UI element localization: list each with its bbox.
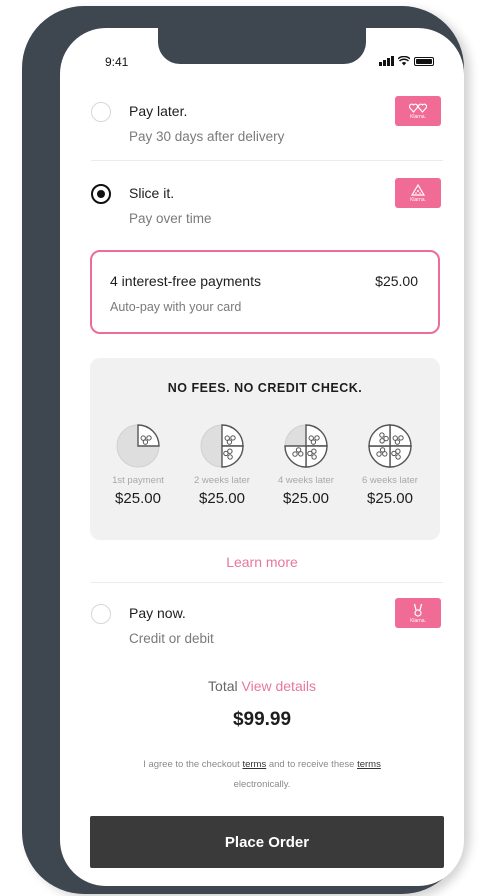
signal-icon: [379, 56, 394, 66]
status-time: 9:41: [105, 55, 129, 69]
klarna-badge: Klarna.: [395, 598, 441, 628]
klarna-badge: Klarna.: [395, 96, 441, 126]
learn-more-link[interactable]: Learn more: [60, 554, 464, 570]
agreement-part: I agree to the checkout: [143, 759, 240, 770]
place-order-button[interactable]: Place Order: [90, 816, 444, 868]
view-details-link[interactable]: View details: [242, 678, 316, 694]
phone-frame: 9:41 Pay later. Pay 30 days after delive…: [22, 6, 464, 894]
step-amount: $25.00: [199, 490, 245, 507]
agreement-part: and to receive these: [268, 759, 355, 770]
option-subtitle: Pay 30 days after delivery: [129, 129, 285, 144]
pizza-progress-icon: [116, 424, 160, 468]
terms-link[interactable]: terms: [357, 759, 381, 770]
option-pay-now[interactable]: Pay now. Credit or debit Klarna.: [60, 598, 464, 664]
radio-pay-later[interactable]: [91, 102, 111, 122]
schedule-step: 4 weeks later $25.00: [266, 423, 346, 507]
schedule-step: 2 weeks later $25.00: [182, 423, 262, 507]
option-slice-it[interactable]: Slice it. Pay over time Klarna.: [60, 176, 464, 242]
plan-subtitle: Auto-pay with your card: [110, 300, 242, 314]
schedule-heading: NO FEES. NO CREDIT CHECK.: [167, 381, 363, 395]
terms-link[interactable]: terms: [242, 759, 266, 770]
pizza-progress-icon: [200, 424, 244, 468]
option-title: Pay later.: [129, 103, 188, 119]
pizza-progress-icon: [368, 424, 412, 468]
plan-title: 4 interest-free payments: [110, 273, 261, 289]
agreement-text: I agree to the checkout terms and to rec…: [60, 755, 464, 795]
step-amount: $25.00: [367, 490, 413, 507]
klarna-badge: Klarna.: [395, 178, 441, 208]
radio-pay-now[interactable]: [91, 604, 111, 624]
payment-schedule: NO FEES. NO CREDIT CHECK. 1st payment $2…: [90, 358, 440, 540]
option-title: Slice it.: [129, 185, 175, 201]
pizza-progress-icon: [284, 424, 328, 468]
divider: [91, 160, 443, 161]
schedule-step: 6 weeks later $25.00: [350, 423, 430, 507]
bunny-icon: [413, 603, 423, 617]
total-label: Total: [208, 678, 238, 694]
step-label: 2 weeks later: [194, 475, 250, 486]
option-pay-later[interactable]: Pay later. Pay 30 days after delivery Kl…: [60, 94, 464, 160]
notch: [158, 28, 366, 64]
radio-slice-it[interactable]: [91, 184, 111, 204]
divider: [91, 582, 443, 583]
screen: 9:41 Pay later. Pay 30 days after delive…: [60, 28, 464, 886]
total-amount: $99.99: [232, 709, 292, 730]
option-subtitle: Pay over time: [129, 211, 212, 226]
plan-amount: $25.00: [375, 273, 418, 289]
option-title: Pay now.: [129, 605, 186, 621]
step-amount: $25.00: [283, 490, 329, 507]
step-amount: $25.00: [115, 490, 161, 507]
status-icons: [379, 54, 434, 66]
agreement-part: electronically.: [233, 779, 291, 790]
total-row: Total View details: [60, 678, 464, 694]
battery-icon: [414, 57, 434, 66]
step-label: 1st payment: [112, 475, 164, 486]
option-subtitle: Credit or debit: [129, 631, 214, 646]
schedule-step: 1st payment $25.00: [98, 423, 178, 507]
step-label: 4 weeks later: [278, 475, 334, 486]
wifi-icon: [398, 56, 410, 66]
payment-plan-card[interactable]: 4 interest-free payments $25.00 Auto-pay…: [90, 250, 440, 334]
hearts-icon: [409, 103, 427, 113]
pizza-slice-icon: [411, 183, 425, 196]
step-label: 6 weeks later: [362, 475, 418, 486]
